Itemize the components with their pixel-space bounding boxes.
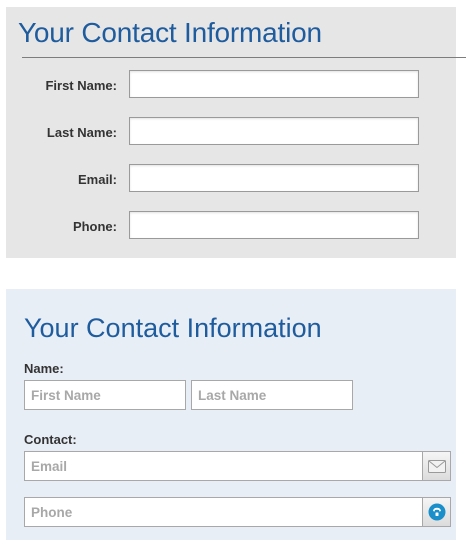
phone-input[interactable]	[129, 211, 419, 239]
title-divider	[22, 57, 466, 58]
phone-icon	[428, 503, 445, 521]
first-name-input[interactable]	[129, 70, 419, 98]
email-label: Email:	[77, 172, 117, 187]
last-name-label: Last Name:	[46, 125, 117, 140]
contact-label: Contact:	[24, 432, 77, 447]
email-row: Email:	[6, 164, 456, 195]
name-label: Name:	[24, 361, 64, 376]
phone-row: Phone:	[6, 211, 456, 242]
email-input[interactable]	[129, 164, 419, 192]
envelope-icon	[427, 459, 446, 473]
form-title: Your Contact Information	[18, 17, 322, 48]
phone-icon-box	[423, 497, 451, 527]
first-name-label: First Name:	[45, 78, 117, 93]
form-title: Your Contact Information	[24, 313, 322, 343]
email-input[interactable]	[24, 451, 423, 481]
contact-form-modern: Your Contact Information Name: Contact:	[6, 289, 456, 540]
phone-label: Phone:	[72, 219, 117, 234]
last-name-row: Last Name:	[6, 117, 456, 148]
last-name-input[interactable]	[191, 380, 353, 410]
email-icon-box	[423, 451, 451, 481]
first-name-input[interactable]	[24, 380, 186, 410]
last-name-input[interactable]	[129, 117, 419, 145]
first-name-row: First Name:	[6, 70, 456, 101]
contact-form-classic: Your Contact Information First Name: Las…	[6, 7, 466, 258]
phone-input[interactable]	[24, 497, 423, 527]
